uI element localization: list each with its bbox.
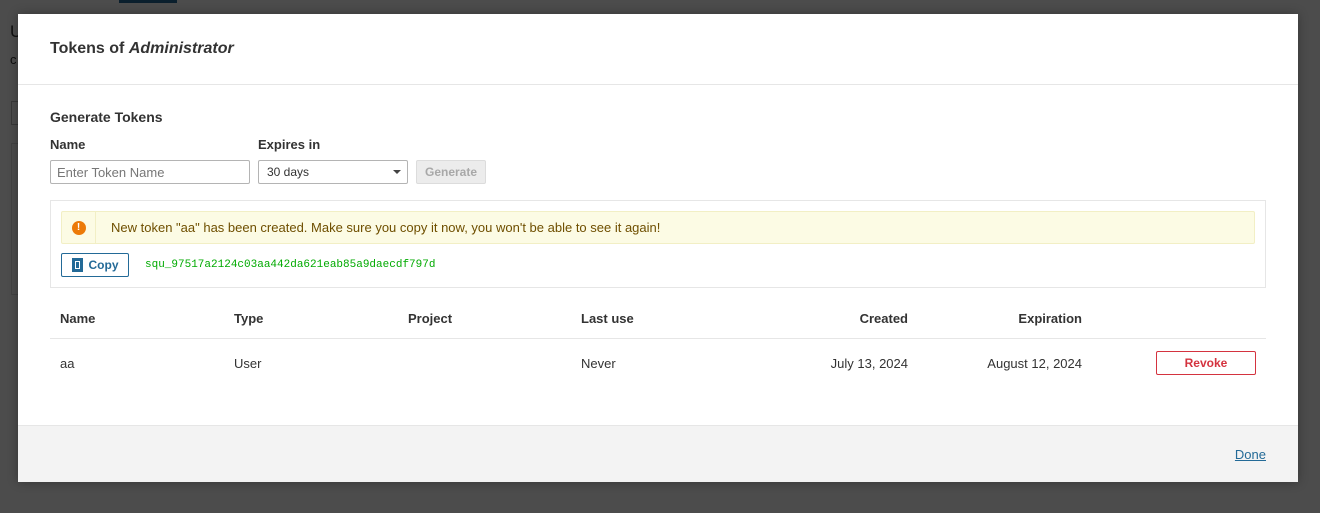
done-link[interactable]: Done xyxy=(1235,447,1266,462)
copy-button-label: Copy xyxy=(88,258,119,272)
alert-message: New token "aa" has been created. Make su… xyxy=(111,220,661,235)
copy-row: Copy squ_97517a2124c03aa442da621eab85a9d… xyxy=(61,253,1255,277)
token-last-use-cell: Never xyxy=(581,355,616,371)
token-actions-cell: Revoke xyxy=(1092,338,1266,388)
modal-footer: Done xyxy=(18,425,1298,482)
token-name-cell: aa xyxy=(60,355,75,371)
modal-title-prefix: Tokens of xyxy=(50,40,125,57)
column-header-actions xyxy=(1092,300,1266,339)
tokens-table: Name Type Project Last use Created Expir… xyxy=(50,300,1266,388)
token-created-cell: July 13, 2024 xyxy=(830,355,908,371)
token-expiration-cell: August 12, 2024 xyxy=(987,355,1082,371)
modal-title-user: Administrator xyxy=(128,40,234,57)
column-header-name: Name xyxy=(50,300,224,339)
alert-icon-cell: ! xyxy=(62,212,96,243)
generate-button[interactable]: Generate xyxy=(416,160,487,184)
modal-header: Tokens of Administrator xyxy=(18,14,1298,85)
column-header-expiration: Expiration xyxy=(918,300,1092,339)
new-token-panel: ! New token "aa" has been created. Make … xyxy=(50,200,1266,288)
warning-icon: ! xyxy=(71,220,86,235)
tokens-modal: Tokens of Administrator Generate Tokens … xyxy=(18,14,1298,482)
token-name-field: Name xyxy=(50,137,250,184)
copy-icon xyxy=(71,258,83,272)
copy-button[interactable]: Copy xyxy=(61,253,129,277)
column-header-project: Project xyxy=(398,300,571,339)
expires-in-field: Expires in 30 days xyxy=(258,137,408,184)
chevron-down-icon xyxy=(393,170,401,174)
expires-in-value: 30 days xyxy=(267,165,310,179)
expires-in-label: Expires in xyxy=(258,137,321,152)
token-name-label: Name xyxy=(50,137,86,152)
generate-form: Name Expires in 30 days Generate xyxy=(50,137,1266,184)
table-header-row: Name Type Project Last use Created Expir… xyxy=(50,300,1266,339)
token-type-cell: User xyxy=(234,355,262,371)
revoke-button[interactable]: Revoke xyxy=(1156,351,1256,376)
modal-title: Tokens of Administrator xyxy=(50,40,234,58)
token-name-input[interactable] xyxy=(50,160,250,184)
column-header-last-use: Last use xyxy=(571,300,707,339)
column-header-created: Created xyxy=(707,300,918,339)
generate-tokens-title: Generate Tokens xyxy=(50,109,163,125)
new-token-alert: ! New token "aa" has been created. Make … xyxy=(61,211,1255,244)
modal-body: Generate Tokens Name Expires in 30 days … xyxy=(18,85,1298,425)
expires-in-select[interactable]: 30 days xyxy=(258,160,408,184)
table-row: aa User Never July 13, 2024 August 12, 2… xyxy=(50,338,1266,388)
column-header-type: Type xyxy=(224,300,398,339)
token-value[interactable]: squ_97517a2124c03aa442da621eab85a9daecdf… xyxy=(145,259,435,271)
token-project-cell xyxy=(398,338,571,388)
